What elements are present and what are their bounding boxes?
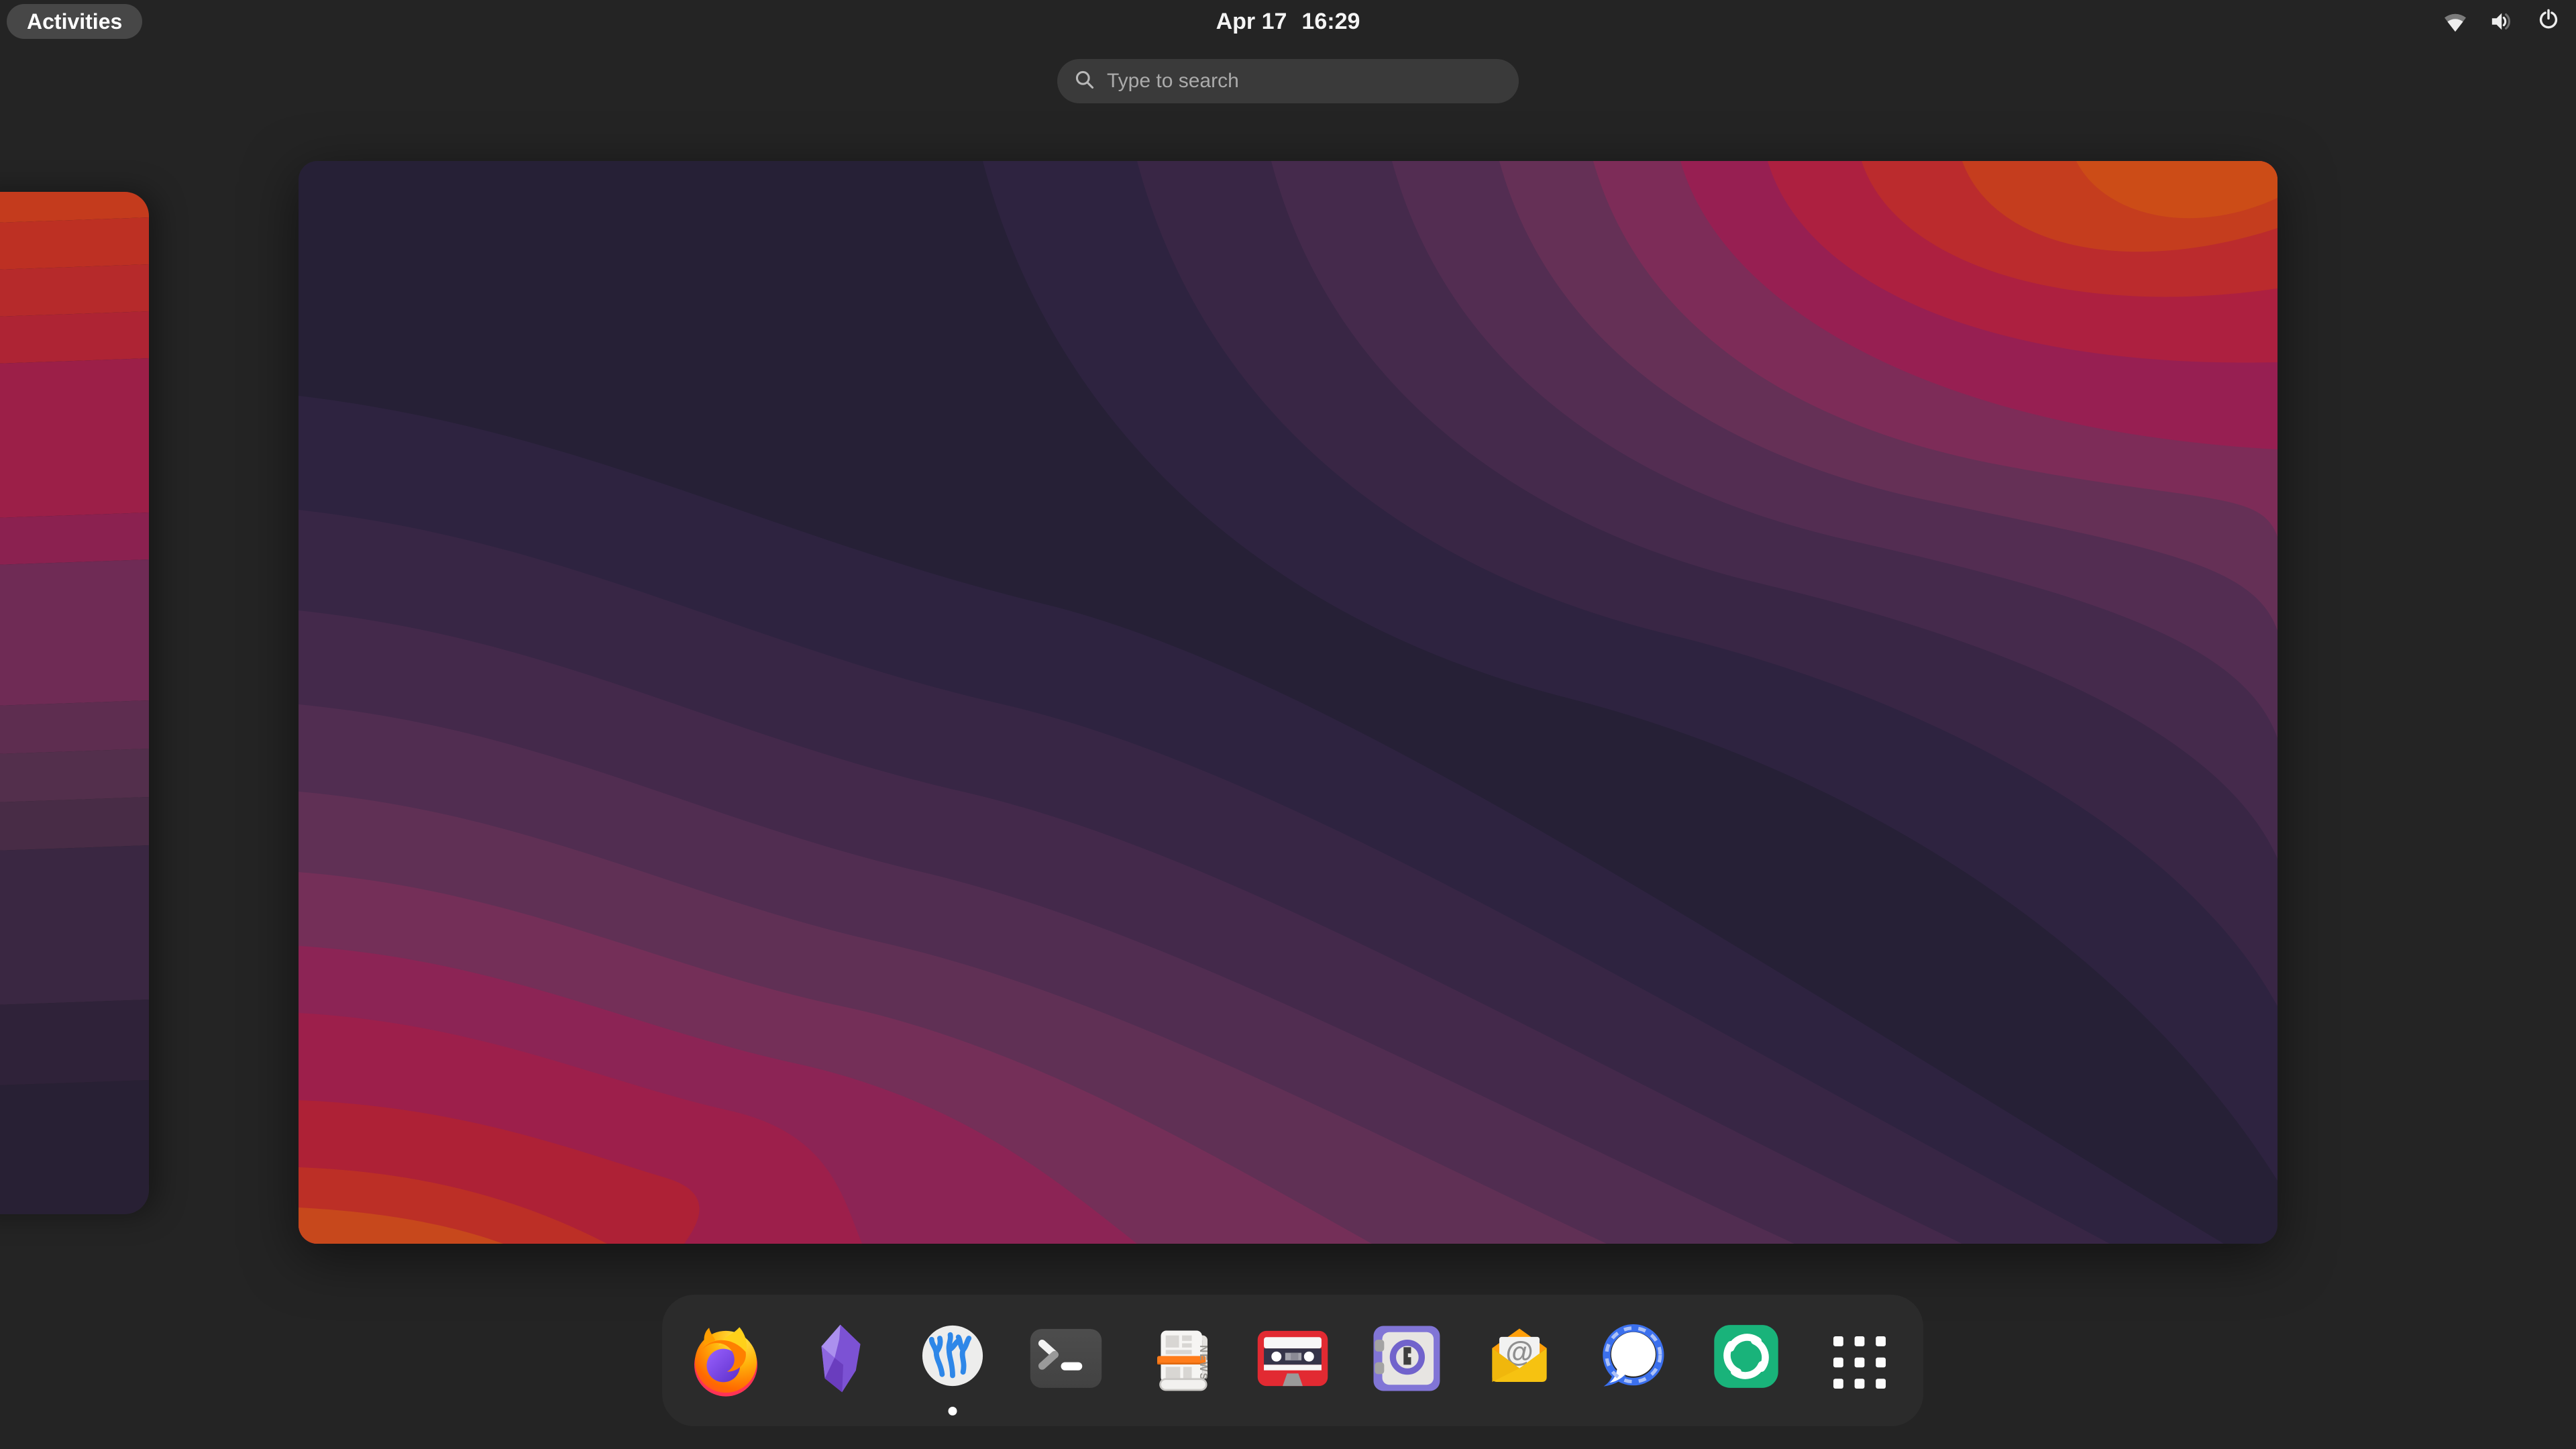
workspace-thumbnail-left[interactable]: [0, 192, 149, 1214]
cassette-icon: [1255, 1321, 1330, 1396]
workspace-preview-active[interactable]: [299, 161, 2277, 1244]
wallpaper-bands: [0, 192, 149, 1214]
envelope-icon: @: [1484, 1321, 1555, 1392]
safe-icon: [1368, 1321, 1444, 1396]
coral-icon: [918, 1321, 987, 1391]
svg-text:NEWS: NEWS: [1197, 1345, 1209, 1381]
swirl-arcs-icon: [1711, 1321, 1782, 1392]
dock-item-element[interactable]: [1707, 1295, 1786, 1426]
dock-item-signal[interactable]: [1593, 1295, 1672, 1426]
activities-button[interactable]: Activities: [7, 4, 142, 39]
dock-item-coral-app[interactable]: [913, 1295, 992, 1426]
terminal-icon: [1028, 1321, 1104, 1396]
dock-item-cassette-player[interactable]: [1253, 1295, 1332, 1426]
dock-item-mail[interactable]: @: [1480, 1295, 1559, 1426]
obsidian-icon: [808, 1321, 871, 1396]
system-status-area[interactable]: [2442, 0, 2561, 43]
clock-time: 16:29: [1301, 9, 1360, 35]
dock-item-password-safe[interactable]: [1366, 1295, 1446, 1426]
running-indicator-dot: [949, 1407, 957, 1415]
search-bar[interactable]: [1057, 59, 1519, 103]
show-apps-button[interactable]: [1820, 1295, 1899, 1426]
speech-bubble-icon: [1597, 1321, 1668, 1395]
dock-item-news-reader[interactable]: NEWS: [1140, 1295, 1219, 1426]
firefox-icon: [686, 1321, 765, 1403]
dock-item-terminal[interactable]: [1026, 1295, 1106, 1426]
dock-item-firefox[interactable]: [686, 1295, 765, 1426]
dock-item-obsidian[interactable]: [800, 1295, 879, 1426]
search-input[interactable]: [1106, 69, 1503, 93]
app-grid-icon: [1833, 1336, 1886, 1389]
dash-dock: NEWS @: [662, 1295, 1923, 1426]
volume-icon: [2489, 8, 2516, 35]
clock-date: Apr 17: [1216, 9, 1287, 35]
search-icon: [1073, 68, 1096, 95]
wifi-icon: [2442, 8, 2469, 35]
clock-menu[interactable]: Apr 17 16:29: [1216, 0, 1360, 43]
newspaper-icon: NEWS: [1144, 1321, 1214, 1396]
wallpaper-image: [299, 161, 2277, 1244]
power-icon: [2536, 9, 2561, 34]
top-bar: Activities Apr 17 16:29: [0, 0, 2576, 43]
